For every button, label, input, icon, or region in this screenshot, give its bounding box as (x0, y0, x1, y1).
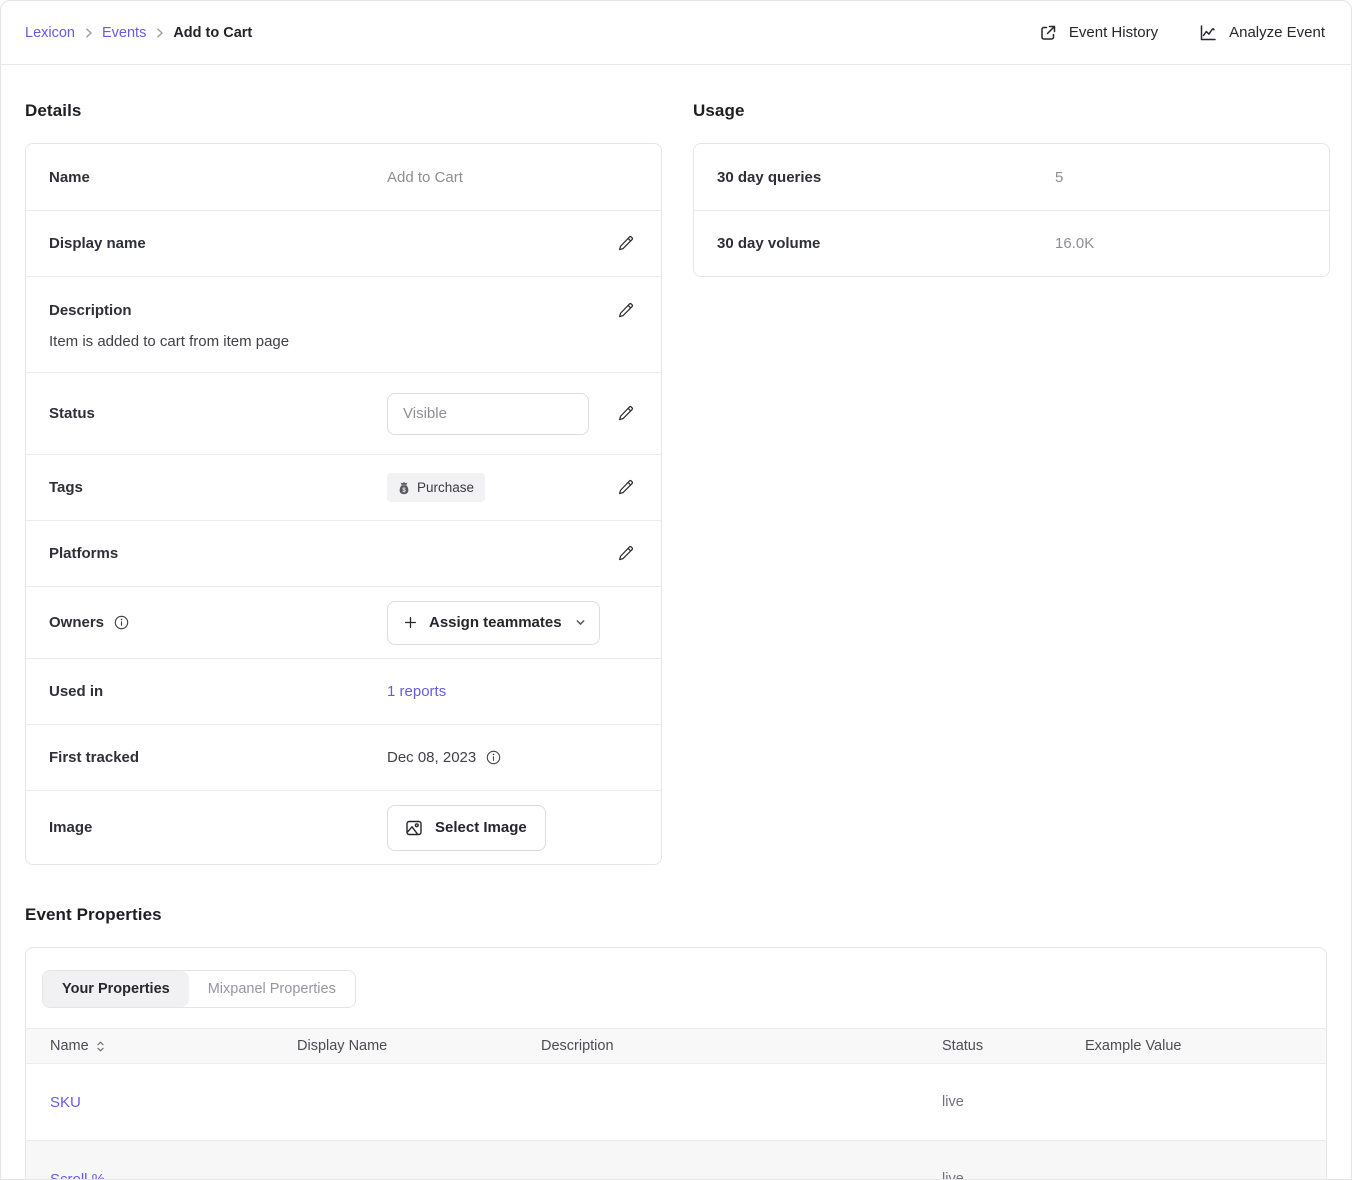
column-header-description: Description (541, 1038, 942, 1054)
column-header-example-value: Example Value (1085, 1038, 1326, 1054)
plus-icon (403, 615, 418, 630)
analyze-event-label: Analyze Event (1229, 24, 1325, 41)
properties-table-header: Name Display Name Description Status Exa… (26, 1028, 1326, 1064)
assign-teammates-label: Assign teammates (429, 614, 562, 631)
first-tracked-label: First tracked (49, 749, 387, 766)
detail-row-description: Description Item is added to cart from i… (26, 276, 661, 372)
edit-tags-pencil-icon[interactable] (612, 474, 639, 501)
tag-label: Purchase (417, 480, 474, 495)
usage-row-volume: 30 day volume 16.0K (694, 210, 1329, 276)
info-icon[interactable] (113, 614, 130, 631)
display-name-label: Display name (49, 235, 387, 252)
platforms-label: Platforms (49, 545, 387, 562)
info-icon[interactable] (485, 749, 502, 766)
detail-row-owners: Owners Assign teammates (26, 586, 661, 658)
assign-teammates-button[interactable]: Assign teammates (387, 601, 600, 645)
usage-card: 30 day queries 5 30 day volume 16.0K (693, 143, 1330, 277)
chevron-right-icon (84, 27, 93, 39)
usage-row-queries: 30 day queries 5 (694, 144, 1329, 210)
column-header-display-name: Display Name (297, 1038, 541, 1054)
owners-label-text: Owners (49, 614, 104, 631)
property-status: live (942, 1171, 1085, 1180)
property-status: live (942, 1094, 1085, 1110)
details-column: Details Name Add to Cart Display name De… (25, 101, 662, 865)
name-label: Name (49, 169, 387, 186)
tab-your-properties[interactable]: Your Properties (43, 971, 189, 1007)
property-name-link[interactable]: Scroll % (50, 1171, 297, 1180)
property-row-sku[interactable]: SKU live (26, 1064, 1326, 1141)
volume-value: 16.0K (1055, 235, 1094, 252)
usage-title: Usage (693, 101, 1330, 121)
description-label: Description (49, 302, 387, 319)
detail-row-name: Name Add to Cart (26, 144, 661, 210)
breadcrumb-current-event: Add to Cart (173, 25, 252, 41)
select-image-button[interactable]: Select Image (387, 805, 546, 851)
edit-description-pencil-icon[interactable] (612, 297, 639, 324)
breadcrumb-lexicon[interactable]: Lexicon (25, 25, 75, 41)
property-name-link[interactable]: SKU (50, 1094, 297, 1111)
breadcrumb-events[interactable]: Events (102, 25, 146, 41)
analyze-event-button[interactable]: Analyze Event (1198, 23, 1325, 43)
external-link-icon (1038, 23, 1058, 43)
column-header-name[interactable]: Name (50, 1038, 297, 1054)
owners-label: Owners (49, 614, 387, 631)
detail-row-used-in: Used in 1 reports (26, 658, 661, 724)
event-properties-title: Event Properties (25, 905, 1327, 925)
tags-label: Tags (49, 479, 387, 496)
detail-row-platforms: Platforms (26, 520, 661, 586)
first-tracked-value-wrap: Dec 08, 2023 (387, 749, 502, 766)
name-value: Add to Cart (387, 169, 463, 186)
detail-row-status: Status (26, 372, 661, 454)
edit-status-pencil-icon[interactable] (612, 400, 639, 427)
page-header: Lexicon Events Add to Cart Event History (1, 1, 1351, 65)
edit-display-name-pencil-icon[interactable] (612, 230, 639, 257)
status-label: Status (49, 405, 387, 422)
image-icon (404, 818, 424, 838)
usage-column: Usage 30 day queries 5 30 day volume 16.… (693, 101, 1330, 865)
lexicon-event-detail-page: Lexicon Events Add to Cart Event History (0, 0, 1352, 1180)
column-name-label: Name (50, 1038, 89, 1054)
queries-value: 5 (1055, 169, 1063, 186)
sort-icon (96, 1040, 105, 1053)
properties-tabs: Your Properties Mixpanel Properties (42, 970, 356, 1008)
tab-mixpanel-properties[interactable]: Mixpanel Properties (189, 971, 355, 1007)
details-card: Name Add to Cart Display name Descriptio… (25, 143, 662, 865)
detail-row-image: Image Select Image (26, 790, 661, 864)
description-value: Item is added to cart from item page (49, 333, 639, 350)
line-chart-icon (1198, 23, 1218, 43)
image-label: Image (49, 819, 387, 836)
breadcrumb: Lexicon Events Add to Cart (25, 25, 252, 41)
detail-row-tags: Tags $ Purchase (26, 454, 661, 520)
tag-purchase-badge[interactable]: $ Purchase (387, 473, 485, 502)
detail-row-first-tracked: First tracked Dec 08, 2023 (26, 724, 661, 790)
used-in-label: Used in (49, 683, 387, 700)
edit-platforms-pencil-icon[interactable] (612, 540, 639, 567)
header-actions: Event History Analyze Event (1038, 23, 1325, 43)
property-row-scroll-percent[interactable]: Scroll % live (26, 1141, 1326, 1180)
chevron-down-icon (575, 617, 586, 628)
content-columns: Details Name Add to Cart Display name De… (1, 65, 1351, 865)
column-header-status: Status (942, 1038, 1085, 1054)
status-field[interactable] (387, 393, 589, 435)
money-bag-icon: $ (398, 481, 410, 495)
detail-row-display-name: Display name (26, 210, 661, 276)
used-in-reports-link[interactable]: 1 reports (387, 683, 446, 700)
select-image-label: Select Image (435, 819, 527, 836)
event-properties-section: Event Properties Your Properties Mixpane… (1, 865, 1351, 1180)
chevron-right-icon (155, 27, 164, 39)
queries-label: 30 day queries (717, 169, 1055, 186)
first-tracked-value: Dec 08, 2023 (387, 749, 476, 766)
event-history-label: Event History (1069, 24, 1158, 41)
event-history-button[interactable]: Event History (1038, 23, 1158, 43)
volume-label: 30 day volume (717, 235, 1055, 252)
event-properties-card: Your Properties Mixpanel Properties Name… (25, 947, 1327, 1180)
details-title: Details (25, 101, 662, 121)
